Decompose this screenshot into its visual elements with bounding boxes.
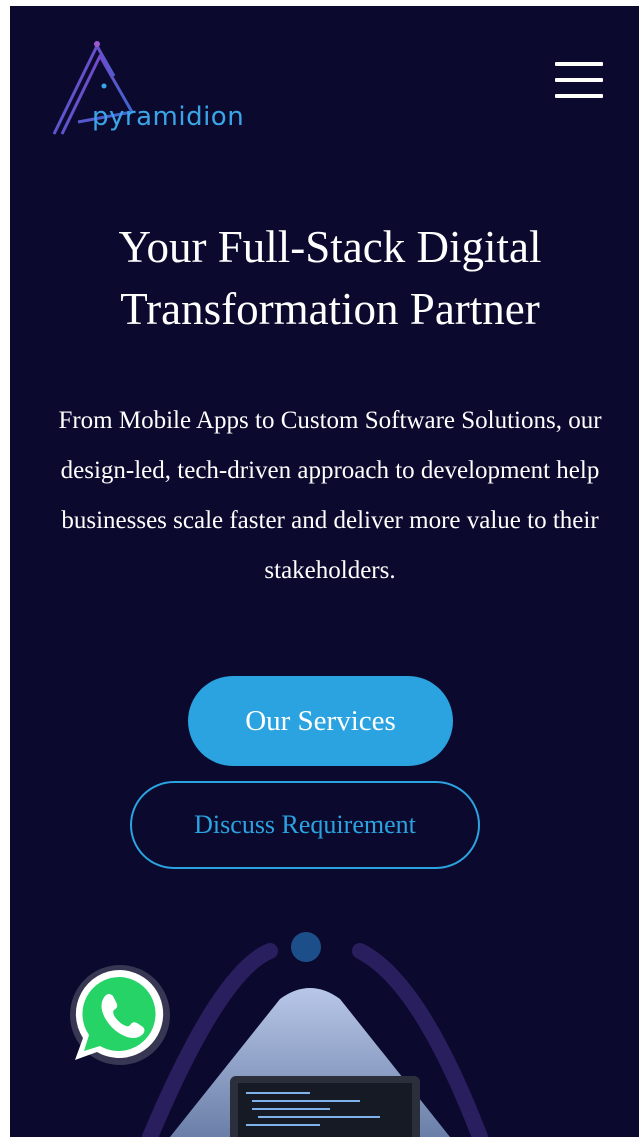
hero-title: Your Full-Stack Digital Transformation Pa… (30, 216, 630, 340)
hamburger-menu-icon[interactable] (553, 58, 605, 102)
hero-illustration (142, 932, 488, 1137)
site-logo[interactable]: pyramidion (42, 34, 272, 144)
discuss-requirement-button[interactable]: Discuss Requirement (130, 781, 480, 869)
hero-title-line1: Your Full-Stack Digital (118, 222, 542, 272)
hero-description: From Mobile Apps to Custom Software Solu… (58, 407, 602, 584)
page-viewport: pyramidion Your Full-Stack Digital Transf… (10, 6, 639, 1137)
hero-title-line2: Transformation Partner (120, 284, 540, 334)
logo-text: pyramidion (92, 102, 245, 132)
whatsapp-icon[interactable] (67, 962, 173, 1068)
our-services-button[interactable]: Our Services (188, 676, 453, 766)
